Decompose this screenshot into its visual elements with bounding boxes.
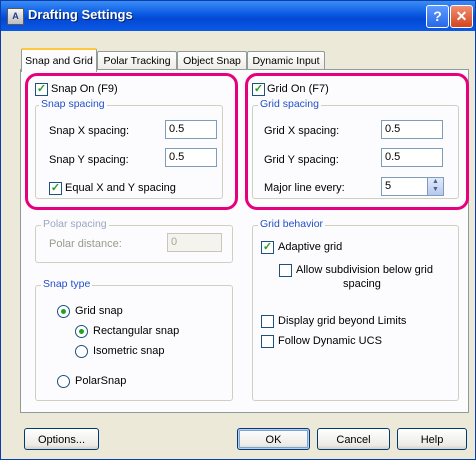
ok-button[interactable]: OK [237,428,310,450]
snap-highlight-box [25,73,238,210]
adaptive-grid-label: Adaptive grid [278,241,343,253]
tab-object-snap[interactable]: Object Snap [177,51,247,70]
follow-dynamic-ucs-label: Follow Dynamic UCS [278,335,382,347]
drafting-settings-dialog: A Drafting Settings ? ✕ Snap and Grid Po… [0,0,476,460]
polar-distance-input[interactable]: 0 [167,233,222,252]
grid-snap-radio-dot [61,309,66,314]
cancel-button[interactable]: Cancel [317,428,390,450]
display-beyond-limits-label: Display grid beyond Limits [278,315,407,327]
polar-snap-radio[interactable] [57,375,70,388]
isometric-snap-radio[interactable] [75,345,88,358]
grid-behavior-legend: Grid behavior [258,218,326,230]
options-button[interactable]: Options... [24,428,99,450]
rectangular-snap-label: Rectangular snap [93,325,180,337]
rectangular-snap-radio[interactable] [75,325,88,338]
autocad-app-icon: A [7,8,24,25]
tab-polar-tracking[interactable]: Polar Tracking [97,51,177,70]
grid-snap-radio[interactable] [57,305,70,318]
polar-spacing-legend: Polar spacing [41,218,109,230]
title-bar[interactable]: A Drafting Settings ? ✕ [1,1,475,31]
grid-highlight-box [245,73,469,210]
allow-subdivision-label-line1: Allow subdivision below grid [296,264,433,276]
isometric-snap-label: Isometric snap [93,345,165,357]
snap-type-legend: Snap type [41,278,93,290]
tab-dynamic-input[interactable]: Dynamic Input [247,51,325,70]
allow-subdivision-checkbox[interactable] [279,264,292,277]
allow-subdivision-label-line2: spacing [343,278,381,290]
help-button[interactable]: Help [397,428,467,450]
polar-snap-label: PolarSnap [75,375,127,387]
adaptive-grid-checkbox[interactable]: ✓ [261,241,274,254]
window-title: Drafting Settings [28,7,133,22]
follow-dynamic-ucs-checkbox[interactable] [261,335,274,348]
display-beyond-limits-checkbox[interactable] [261,315,274,328]
close-icon[interactable]: ✕ [450,5,473,28]
tab-snap-and-grid[interactable]: Snap and Grid [21,48,97,72]
grid-snap-label: Grid snap [75,305,123,317]
rectangular-snap-radio-dot [79,329,84,334]
polar-distance-label: Polar distance: [49,238,122,250]
help-icon[interactable]: ? [426,5,449,28]
